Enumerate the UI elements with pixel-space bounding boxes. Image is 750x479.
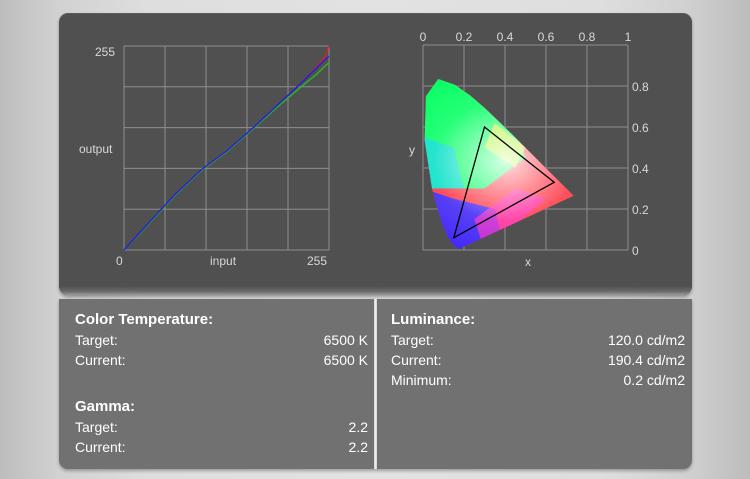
stats-divider (374, 299, 377, 469)
ct-current-label: Current: (75, 352, 126, 368)
cie-y-tick-label: 0.4 (632, 162, 649, 176)
gamma-target-value: 2.2 (348, 419, 368, 435)
color-temperature-current-row: Current: 6500 K (75, 350, 368, 370)
cie-x-axis-label: x (525, 255, 531, 269)
color-temperature-title: Color Temperature: (75, 311, 214, 328)
gamma-current-label: Current: (75, 439, 126, 455)
gamma-target-row: Target: 2.2 (75, 417, 368, 437)
lum-minimum-value: 0.2 cd/m2 (623, 372, 685, 388)
spectral-locus (424, 79, 574, 249)
gamma-section: Gamma: Target: 2.2 Current: 2.2 (75, 397, 368, 457)
gamma-target-label: Target: (75, 419, 118, 435)
cie-y-tick-label: 0.6 (632, 121, 649, 135)
cie-x-tick-label: 0 (420, 30, 427, 44)
color-temperature-target-row: Target: 6500 K (75, 330, 368, 350)
cie-x-tick-label: 0.8 (579, 30, 596, 44)
color-temperature-section: Color Temperature: Target: 6500 K Curren… (75, 310, 368, 370)
cie-x-tick-label: 0.6 (538, 30, 555, 44)
ct-target-label: Target: (75, 332, 118, 348)
cie-y-tick-label: 0.8 (632, 80, 649, 94)
lum-current-value: 190.4 cd/m2 (607, 352, 685, 368)
gamma-current-value: 2.2 (348, 439, 368, 455)
lum-minimum-label: Minimum: (391, 372, 452, 388)
cie-x-tick-label: 0.4 (497, 30, 514, 44)
cie-x-tick-label: 1 (625, 30, 632, 44)
ct-target-value: 6500 K (323, 332, 368, 348)
luminance-target-row: Target: 120.0 cd/m2 (391, 330, 685, 350)
cie-x-tick-label: 0.2 (456, 30, 473, 44)
ct-current-value: 6500 K (323, 352, 368, 368)
luminance-current-row: Current: 190.4 cd/m2 (391, 350, 685, 370)
cie-y-tick-label: 0.2 (632, 203, 649, 217)
cie-chromaticity-chart: 0 0.2 0.4 0.6 0.8 1 0.8 0.6 0.4 0.2 0 x y (409, 30, 649, 269)
lum-target-value: 120.0 cd/m2 (607, 332, 685, 348)
lum-target-label: Target: (391, 332, 434, 348)
cie-y-axis-label: y (409, 143, 415, 157)
gamma-title: Gamma: (75, 398, 136, 415)
lum-current-label: Current: (391, 352, 442, 368)
luminance-minimum-row: Minimum: 0.2 cd/m2 (391, 370, 685, 390)
gamma-current-row: Current: 2.2 (75, 437, 368, 457)
luminance-title: Luminance: (391, 311, 476, 328)
cie-y-tick-label: 0 (632, 244, 639, 258)
luminance-section: Luminance: Target: 120.0 cd/m2 Current: … (391, 310, 685, 390)
